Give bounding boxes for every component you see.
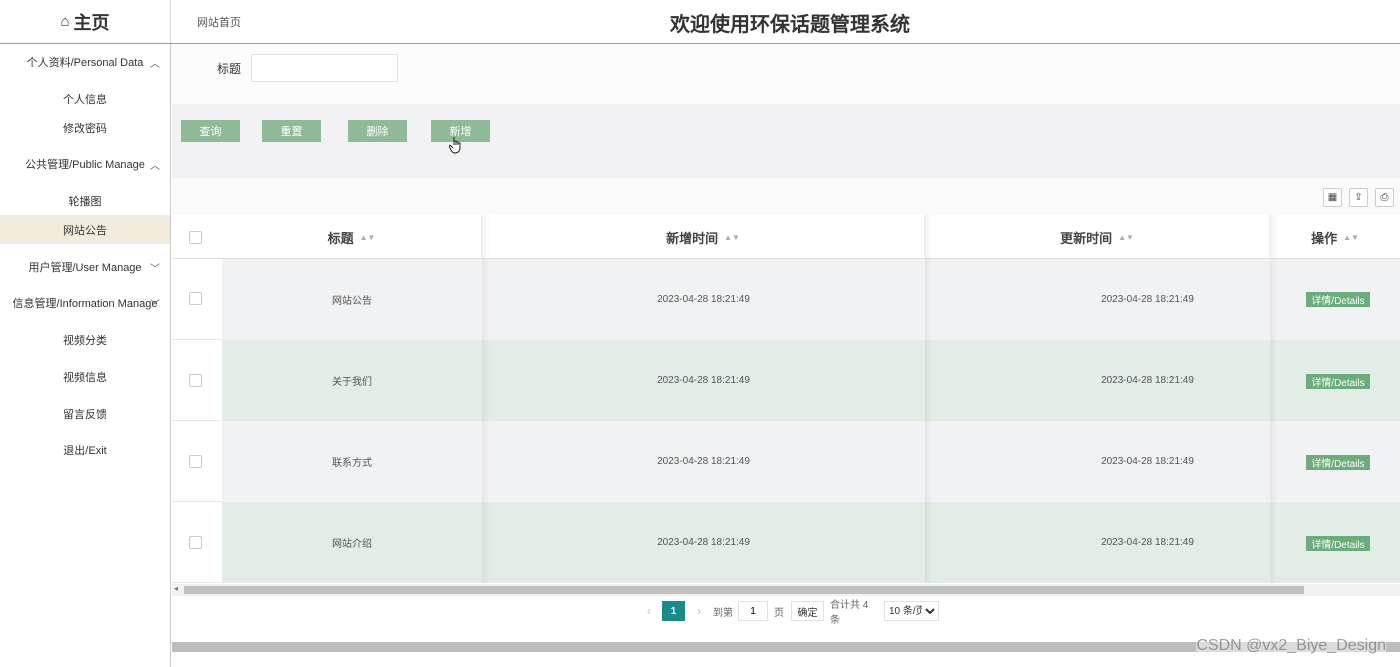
sidebar-item-announcement[interactable]: 网站公告 xyxy=(0,215,170,244)
next-page-icon[interactable]: › xyxy=(692,601,706,621)
cell-updated: 2023-04-28 18:21:49 xyxy=(1101,537,1194,548)
horizontal-scrollbar[interactable]: ◂ xyxy=(172,584,1400,596)
column-header-label: 标题 xyxy=(327,230,354,246)
sidebar-item-label: 视频分类 xyxy=(63,334,107,347)
select-all-checkbox[interactable] xyxy=(189,231,202,244)
sidebar-item-label: 网站公告 xyxy=(63,224,107,237)
column-header-label: 新增时间 xyxy=(666,230,719,246)
prev-page-icon[interactable]: ‹ xyxy=(642,601,656,621)
sidebar-group-personal-data[interactable]: 个人资料/Personal Data ︿ xyxy=(0,47,170,77)
sidebar-group-label: 个人资料/Personal Data xyxy=(26,57,144,69)
cell-title: 网站介绍 xyxy=(332,539,372,550)
search-title-label: 标题 xyxy=(217,62,242,76)
goto-page-input[interactable] xyxy=(738,601,768,621)
chevron-up-icon: ︿ xyxy=(150,58,160,70)
cell-title: 网站公告 xyxy=(332,296,372,307)
sort-icon[interactable]: ▲▼ xyxy=(360,233,376,242)
cell-title: 联系方式 xyxy=(332,458,372,469)
sort-icon[interactable]: ▲▼ xyxy=(1118,233,1134,242)
watermark: CSDN @vx2_Biye_Design xyxy=(1196,637,1386,655)
sidebar-item-video-category[interactable]: 视频分类 xyxy=(0,325,170,354)
details-button[interactable]: 详情/Details xyxy=(1306,292,1370,307)
sidebar-item-label: 退出/Exit xyxy=(63,444,107,457)
page-size-select[interactable]: 10 条/页 xyxy=(884,601,939,621)
sidebar-item-profile[interactable]: 个人信息 xyxy=(0,84,170,113)
cell-updated: 2023-04-28 18:21:49 xyxy=(1101,456,1194,467)
details-button[interactable]: 详情/Details xyxy=(1306,536,1370,551)
row-checkbox[interactable] xyxy=(189,374,202,387)
search-title-input[interactable] xyxy=(251,54,398,82)
pagination-bar xyxy=(172,597,1400,625)
sidebar-group-information-manage[interactable]: 信息管理/Information Manage ﹀ xyxy=(0,288,170,318)
delete-button[interactable]: 删除 xyxy=(348,120,407,142)
sidebar-item-feedback[interactable]: 留言反馈 xyxy=(0,399,170,428)
cell-created: 2023-04-28 18:21:49 xyxy=(657,537,750,548)
sort-icon[interactable]: ▲▼ xyxy=(724,233,740,242)
cell-created: 2023-04-28 18:21:49 xyxy=(657,456,750,467)
details-button[interactable]: 详情/Details xyxy=(1306,455,1370,470)
chevron-down-icon: ﹀ xyxy=(150,263,160,275)
sidebar-group-label: 信息管理/Information Manage xyxy=(12,298,158,310)
scroll-left-icon[interactable]: ◂ xyxy=(174,584,178,593)
column-filter-icon[interactable]: ▦ xyxy=(1323,188,1342,207)
sidebar-item-label: 轮播图 xyxy=(68,195,102,208)
export-icon[interactable]: ⇪ xyxy=(1349,188,1368,207)
top-header: ⌂ 主页 网站首页 欢迎使用环保话题管理系统 xyxy=(0,0,1400,44)
table-toolbar xyxy=(172,178,1400,215)
goto-label: 到第 xyxy=(713,607,733,619)
query-button[interactable]: 查询 xyxy=(181,120,240,142)
sidebar-item-label: 视频信息 xyxy=(63,371,107,384)
sidebar-item-change-password[interactable]: 修改密码 xyxy=(0,113,170,142)
sort-icon[interactable]: ▲▼ xyxy=(1343,233,1359,242)
home-icon: ⌂ xyxy=(60,13,70,30)
row-checkbox[interactable] xyxy=(189,455,202,468)
current-page-button[interactable]: 1 xyxy=(662,601,685,621)
sidebar-item-label: 个人信息 xyxy=(63,93,107,106)
cell-title: 关于我们 xyxy=(332,377,372,388)
sidebar-group-user-manage[interactable]: 用户管理/User Manage ﹀ xyxy=(0,252,170,282)
scrollbar-thumb[interactable] xyxy=(184,586,1304,594)
row-checkbox[interactable] xyxy=(189,536,202,549)
column-header-updated[interactable]: 更新时间 ▲▼ xyxy=(925,215,1270,259)
print-icon[interactable]: ⎙ xyxy=(1375,188,1394,207)
cell-created: 2023-04-28 18:21:49 xyxy=(657,375,750,386)
chevron-down-icon: ﹀ xyxy=(150,299,160,311)
chevron-up-icon: ︿ xyxy=(150,160,160,172)
sidebar-item-label: 修改密码 xyxy=(63,122,107,135)
details-button[interactable]: 详情/Details xyxy=(1306,374,1370,389)
sidebar-item-label: 留言反馈 xyxy=(63,408,107,421)
sidebar-group-public-manage[interactable]: 公共管理/Public Manage ︿ xyxy=(0,149,170,179)
page-unit-label: 页 xyxy=(774,607,784,619)
column-header-action[interactable]: 操作 ▲▼ xyxy=(1270,215,1400,259)
sidebar-group-label: 公共管理/Public Manage xyxy=(25,159,145,171)
sidebar-item-exit[interactable]: 退出/Exit xyxy=(0,435,170,464)
column-header-created[interactable]: 新增时间 ▲▼ xyxy=(482,215,925,259)
cell-updated: 2023-04-28 18:21:49 xyxy=(1101,375,1194,386)
home-logo[interactable]: ⌂ 主页 xyxy=(0,0,171,43)
confirm-page-button[interactable]: 确定 xyxy=(791,601,824,621)
column-header-title[interactable]: 标题 ▲▼ xyxy=(222,215,482,259)
cell-created: 2023-04-28 18:21:49 xyxy=(657,294,750,305)
sidebar-item-carousel[interactable]: 轮播图 xyxy=(0,186,170,215)
column-header-label: 更新时间 xyxy=(1060,230,1113,246)
reset-button[interactable]: 重置 xyxy=(262,120,321,142)
hand-cursor-icon xyxy=(449,137,461,154)
total-count-label: 合计共 4 条 xyxy=(830,600,869,626)
sidebar: 个人资料/Personal Data ︿ 个人信息 修改密码 公共管理/Publ… xyxy=(0,44,171,667)
row-checkbox[interactable] xyxy=(189,292,202,305)
home-label: 主页 xyxy=(73,12,110,33)
page-title: 欢迎使用环保话题管理系统 xyxy=(670,14,910,36)
sidebar-group-label: 用户管理/User Manage xyxy=(28,262,142,274)
cell-updated: 2023-04-28 18:21:49 xyxy=(1101,294,1194,305)
column-header-label: 操作 xyxy=(1311,230,1338,246)
sidebar-item-video-info[interactable]: 视频信息 xyxy=(0,362,170,391)
breadcrumb[interactable]: 网站首页 xyxy=(197,14,241,30)
